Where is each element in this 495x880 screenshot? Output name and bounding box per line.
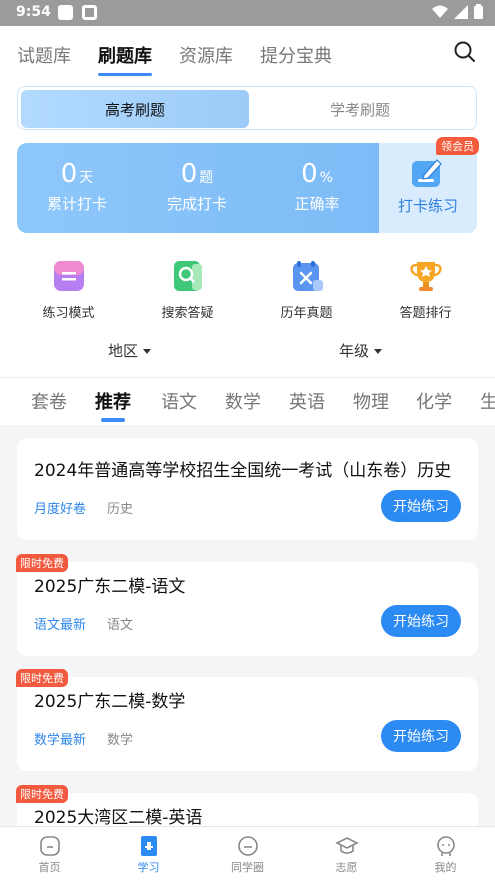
limited-free-badge: 限时免费 bbox=[16, 669, 68, 687]
tool-label: 练习模式 bbox=[42, 306, 95, 321]
nav-classmates[interactable]: 同学圈 bbox=[198, 827, 297, 880]
search-answer-icon bbox=[173, 261, 202, 291]
exam-card-subject: 语文 bbox=[107, 618, 134, 633]
top-tabs: 试题库 刷题库 资源库 提分宝典 bbox=[17, 42, 332, 76]
exam-card-title: 2025广东二模-语文 bbox=[34, 577, 186, 597]
region-filter[interactable]: 地区 bbox=[108, 340, 152, 361]
stat-label: 累计打卡 bbox=[46, 195, 107, 213]
subject-tab[interactable]: 英语 bbox=[289, 388, 325, 414]
search-icon[interactable] bbox=[453, 40, 477, 64]
exam-card-tag: 语文最新 bbox=[34, 618, 87, 633]
subject-tab[interactable]: 语文 bbox=[161, 388, 197, 414]
subject-tabs: 套卷 推荐 语文 数学 英语 物理 化学 生 bbox=[0, 377, 495, 425]
classmates-icon bbox=[237, 836, 258, 856]
region-filter-label: 地区 bbox=[108, 342, 139, 360]
stat-checkin-days: 0天 累计打卡 bbox=[17, 159, 137, 214]
exam-card-tag: 数学最新 bbox=[34, 733, 87, 748]
exam-card[interactable]: 限时免费 2025广东二模-数学 数学最新 数学 开始练习 bbox=[16, 669, 478, 771]
tab-question-bank[interactable]: 试题库 bbox=[17, 42, 71, 68]
exam-card-tag: 月度好卷 bbox=[34, 502, 87, 517]
tool-ranking[interactable]: 答题排行 bbox=[366, 258, 485, 321]
stat-label: 正确率 bbox=[294, 195, 340, 213]
tool-practice-mode[interactable]: 练习模式 bbox=[9, 258, 128, 321]
segment-gaokao[interactable]: 高考刷题 bbox=[21, 90, 249, 128]
tool-search-answer[interactable]: 搜索答疑 bbox=[128, 258, 247, 321]
tab-practice-bank[interactable]: 刷题库 bbox=[98, 42, 152, 76]
status-time: 9:54 bbox=[16, 4, 51, 20]
start-practice-button[interactable]: 开始练习 bbox=[381, 490, 461, 522]
tool-label: 答题排行 bbox=[399, 306, 452, 321]
nav-profile[interactable]: 我的 bbox=[396, 827, 495, 880]
start-practice-button[interactable]: 开始练习 bbox=[381, 605, 461, 637]
subject-tab[interactable]: 生 bbox=[480, 388, 495, 414]
tool-grid: 练习模式 搜索答疑 历年真题 答题排行 bbox=[0, 258, 495, 321]
nav-label: 志愿 bbox=[335, 861, 358, 874]
checkin-pencil-icon bbox=[412, 159, 442, 187]
nav-home[interactable]: 首页 bbox=[0, 827, 99, 880]
segment-xuekao[interactable]: 学考刷题 bbox=[247, 90, 473, 128]
study-icon bbox=[140, 836, 157, 856]
start-practice-button[interactable]: 开始练习 bbox=[381, 720, 461, 752]
active-tab-indicator bbox=[101, 418, 125, 422]
chevron-down-icon bbox=[374, 349, 383, 354]
nav-label: 首页 bbox=[38, 861, 61, 874]
subject-tab[interactable]: 化学 bbox=[416, 388, 452, 414]
exam-card-subject: 历史 bbox=[107, 502, 134, 517]
exam-card-title: 2025广东二模-数学 bbox=[34, 692, 186, 712]
profile-icon bbox=[436, 836, 455, 856]
status-indicators bbox=[432, 4, 483, 19]
stat-unit: 题 bbox=[199, 170, 214, 186]
ranking-trophy-icon bbox=[409, 262, 442, 291]
exam-type-segmented-control: 高考刷题 学考刷题 bbox=[17, 86, 477, 130]
nav-label: 学习 bbox=[137, 861, 160, 874]
home-icon bbox=[39, 836, 60, 856]
nav-label: 我的 bbox=[434, 861, 457, 874]
subject-tab[interactable]: 物理 bbox=[353, 388, 389, 414]
app-notification-icon bbox=[82, 5, 97, 20]
stat-unit: 天 bbox=[79, 170, 94, 186]
chevron-down-icon bbox=[143, 349, 152, 354]
tab-resource-bank[interactable]: 资源库 bbox=[179, 42, 233, 68]
practice-mode-icon bbox=[53, 261, 84, 291]
nav-volunteer[interactable]: 志愿 bbox=[297, 827, 396, 880]
stat-completed: 0题 完成打卡 bbox=[137, 159, 257, 214]
exam-card[interactable]: 限时免费 2025广东二模-语文 语文最新 语文 开始练习 bbox=[16, 554, 478, 656]
exam-card-title: 2024年普通高等学校招生全国统一考试（山东卷）历史 bbox=[34, 461, 452, 481]
stat-label: 完成打卡 bbox=[166, 195, 227, 213]
wifi-icon bbox=[432, 5, 448, 18]
header: 试题库 刷题库 资源库 提分宝典 高考刷题 学考刷题 0天 累计打卡 0题 完成… bbox=[0, 26, 495, 380]
subject-tab[interactable]: 套卷 bbox=[31, 388, 67, 414]
stat-unit: % bbox=[319, 170, 333, 186]
nav-label: 同学圈 bbox=[231, 861, 264, 874]
exam-card[interactable]: 2024年普通高等学校招生全国统一考试（山东卷）历史 月度好卷 历史 开始练习 bbox=[17, 438, 478, 540]
past-exams-icon bbox=[292, 261, 323, 291]
battery-icon bbox=[474, 4, 483, 19]
checkin-label: 打卡练习 bbox=[397, 197, 458, 215]
nav-study[interactable]: 学习 bbox=[99, 827, 198, 880]
tool-label: 历年真题 bbox=[280, 306, 333, 321]
tool-past-exams[interactable]: 历年真题 bbox=[247, 258, 366, 321]
signal-icon bbox=[454, 4, 468, 19]
limited-free-badge: 限时免费 bbox=[16, 554, 68, 572]
stat-value: 0 bbox=[60, 159, 78, 189]
tab-score-guide[interactable]: 提分宝典 bbox=[260, 42, 332, 68]
exam-card-title: 2025大湾区二模-英语 bbox=[34, 808, 203, 828]
limited-free-badge: 限时免费 bbox=[16, 785, 68, 803]
stat-accuracy: 0% 正确率 bbox=[257, 159, 377, 214]
stats-panel: 0天 累计打卡 0题 完成打卡 0% 正确率 打卡练习 领会员 bbox=[17, 137, 479, 233]
checkin-practice-button[interactable]: 打卡练习 领会员 bbox=[379, 137, 479, 233]
graduation-cap-icon bbox=[334, 837, 359, 854]
stat-value: 0 bbox=[180, 159, 198, 189]
tool-label: 搜索答疑 bbox=[161, 306, 214, 321]
grade-filter-label: 年级 bbox=[339, 342, 370, 360]
exam-card-subject: 数学 bbox=[107, 733, 134, 748]
grade-filter[interactable]: 年级 bbox=[339, 340, 383, 361]
notification-square-icon bbox=[58, 5, 73, 20]
subject-tab-active[interactable]: 推荐 bbox=[95, 388, 131, 414]
subject-tab[interactable]: 数学 bbox=[225, 388, 261, 414]
status-bar: 9:54 bbox=[0, 0, 495, 26]
stat-value: 0 bbox=[301, 159, 318, 189]
vip-badge: 领会员 bbox=[436, 137, 479, 155]
bottom-nav: 首页 学习 同学圈 志愿 我的 bbox=[0, 826, 495, 880]
